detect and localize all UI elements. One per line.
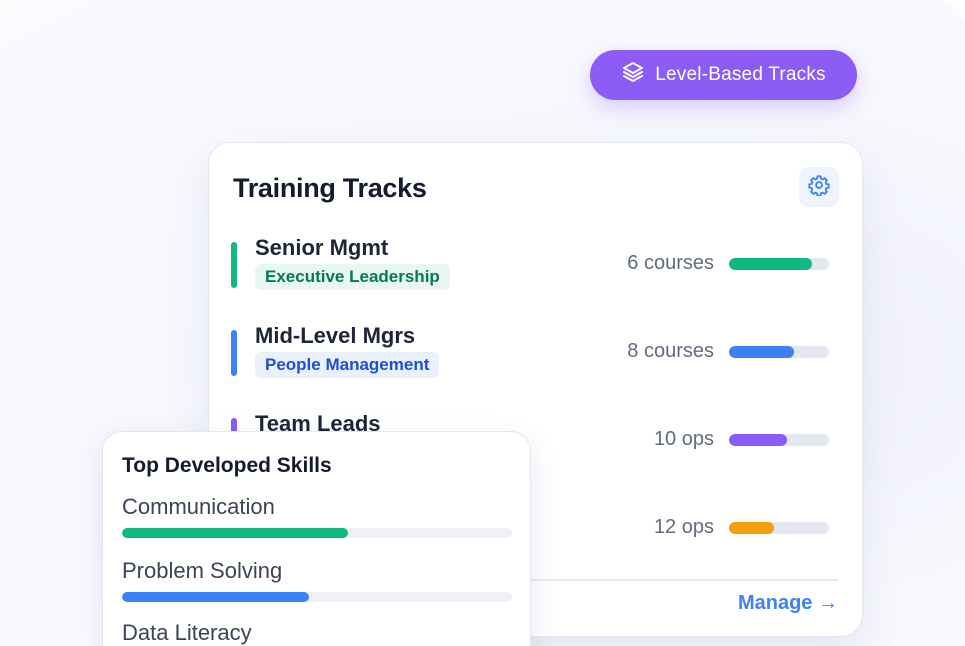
skill-progress-fill (122, 592, 310, 602)
card-title: Training Tracks (233, 173, 427, 203)
layers-icon (621, 60, 645, 90)
track-row-senior-mgmt[interactable]: Senior Mgmt Executive Leadership 6 cours… (209, 235, 864, 295)
track-count: 6 courses (627, 252, 714, 274)
track-progress-bar (729, 522, 829, 534)
track-progress-bar (729, 434, 829, 446)
skill-item-problem-solving: Problem Solving (122, 558, 512, 608)
skill-progress-bar (122, 592, 512, 602)
track-progress-bar (729, 258, 829, 270)
skill-item-data-literacy: Data Literacy (122, 620, 512, 646)
skill-label: Data Literacy (122, 620, 252, 645)
track-progress-fill (729, 434, 787, 446)
track-row-mid-level-mgrs[interactable]: Mid-Level Mgrs People Management 8 cours… (209, 323, 864, 383)
track-count: 8 courses (627, 340, 714, 362)
track-progress-fill (729, 522, 774, 534)
canvas-background: Level-Based Tracks Training Tracks Senio… (0, 0, 965, 646)
track-progress-fill (729, 258, 812, 270)
badge-label: Level-Based Tracks (655, 64, 826, 85)
track-tag: Executive Leadership (255, 264, 450, 290)
settings-button[interactable] (799, 167, 839, 207)
skill-label: Problem Solving (122, 558, 283, 583)
top-skills-card: Top Developed Skills Communication Probl… (102, 431, 531, 646)
track-name: Mid-Level Mgrs (255, 323, 416, 348)
skill-label: Communication (122, 494, 275, 519)
level-based-tracks-badge[interactable]: Level-Based Tracks (590, 50, 857, 100)
skill-progress-fill (122, 528, 349, 538)
track-accent (231, 330, 237, 376)
track-accent (231, 242, 237, 288)
track-name: Senior Mgmt (255, 235, 389, 260)
gear-icon (808, 174, 830, 201)
track-count: 12 ops (653, 516, 714, 538)
track-progress-bar (729, 346, 829, 358)
skills-title: Top Developed Skills (122, 454, 332, 477)
track-tag: People Management (255, 352, 440, 378)
track-count: 10 ops (653, 428, 714, 450)
track-progress-fill (729, 346, 794, 358)
skill-progress-bar (122, 528, 512, 538)
skill-item-communication: Communication (122, 494, 512, 544)
manage-link[interactable]: Manage → (738, 592, 838, 615)
